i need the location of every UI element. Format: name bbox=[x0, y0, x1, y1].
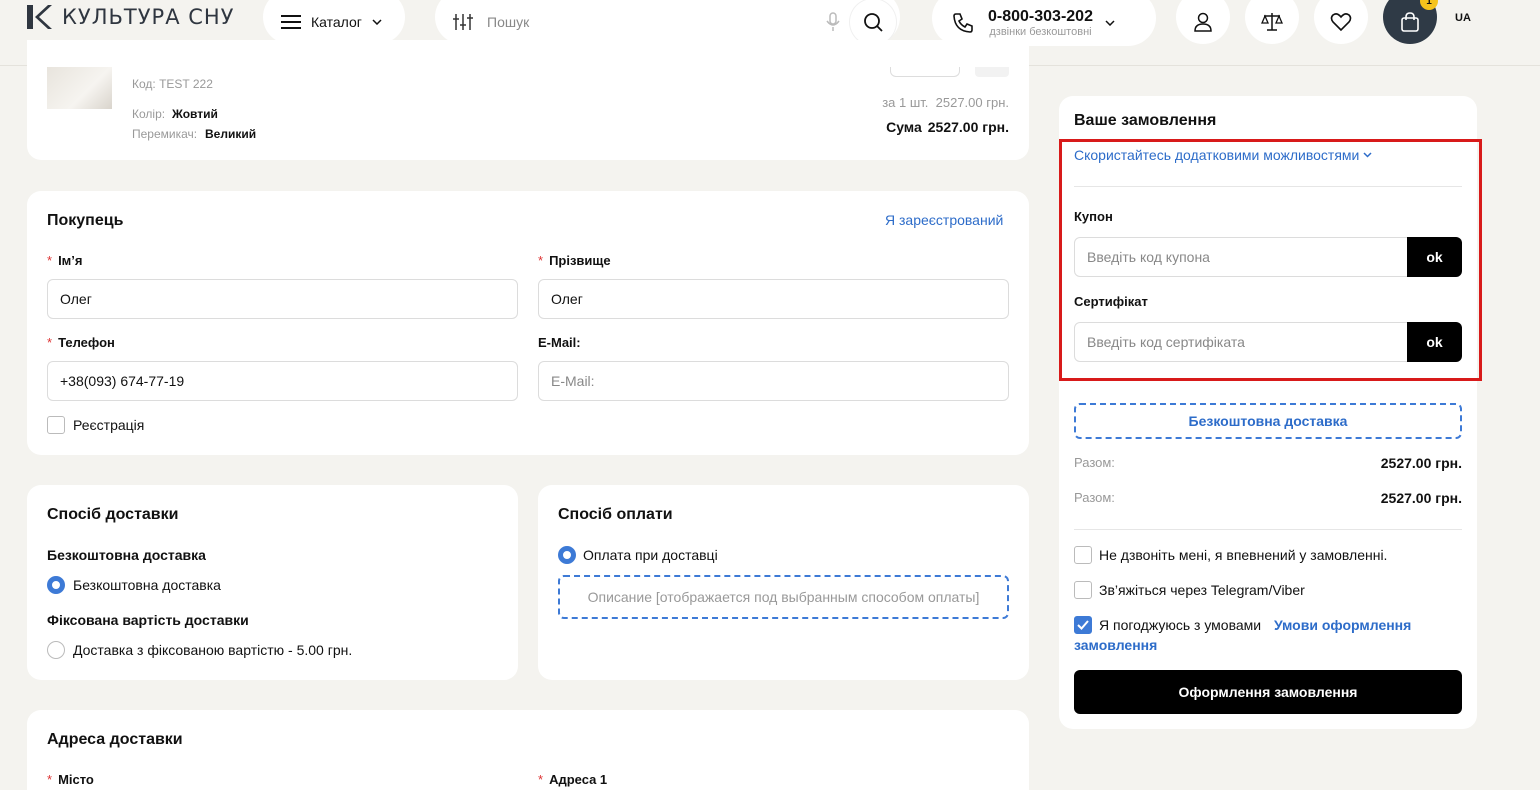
email-label: E-Mail: bbox=[538, 335, 581, 350]
dont-call-checkbox[interactable] bbox=[1074, 546, 1092, 564]
search-bar[interactable]: Пошук bbox=[435, 0, 900, 45]
messenger-label: Зв’яжіться через Telegram/Viber bbox=[1099, 582, 1305, 598]
compare-button[interactable] bbox=[1245, 0, 1299, 44]
terms-checkbox[interactable] bbox=[1074, 616, 1092, 634]
messenger-checkbox[interactable] bbox=[1074, 581, 1092, 599]
buyer-title: Покупець bbox=[47, 212, 124, 229]
grand-total-value: 2527.00 грн. bbox=[1380, 490, 1462, 506]
phone-label: * Телефон bbox=[47, 335, 115, 350]
sum-label: Сума bbox=[886, 119, 922, 135]
coupon-apply-button[interactable]: ok bbox=[1407, 237, 1462, 277]
user-icon bbox=[1194, 12, 1212, 32]
search-icon bbox=[864, 13, 883, 32]
checkmark-icon bbox=[1077, 620, 1089, 630]
product-image[interactable] bbox=[47, 67, 112, 109]
total-label: Разом: bbox=[1074, 455, 1115, 470]
delivery-free-radio[interactable] bbox=[47, 576, 65, 594]
remove-button[interactable] bbox=[975, 67, 1009, 77]
payment-title: Спосіб оплати bbox=[558, 506, 673, 523]
chevron-down-icon bbox=[372, 19, 382, 25]
first-name-field[interactable]: Олег bbox=[47, 279, 518, 319]
phone-field[interactable]: +38(093) 674-77-19 bbox=[47, 361, 518, 401]
delivery-group-free: Безкоштовна доставка bbox=[47, 547, 206, 563]
address-card bbox=[27, 710, 1029, 790]
first-name-label: * Ім’я bbox=[47, 253, 83, 268]
catalog-label: Каталог bbox=[311, 14, 362, 30]
payment-description: Описание [отображается под выбранным спо… bbox=[558, 575, 1009, 619]
dont-call-label: Не дзвоніть мені, я впевнений у замовлен… bbox=[1099, 547, 1388, 563]
coupon-label: Купон bbox=[1074, 209, 1113, 224]
menu-icon bbox=[281, 15, 301, 29]
last-name-field[interactable]: Олег bbox=[538, 279, 1009, 319]
address-title: Адреса доставки bbox=[47, 731, 183, 748]
heart-icon bbox=[1330, 13, 1352, 32]
chevron-down-icon bbox=[1363, 152, 1372, 158]
register-label: Реєстрація bbox=[73, 417, 145, 433]
extra-options-toggle[interactable]: Скористайтесь додатковими можливостями bbox=[1074, 147, 1372, 163]
item-sum: Сума 2527.00 грн. bbox=[886, 119, 1009, 135]
buyer-card bbox=[27, 191, 1029, 455]
phone-subtitle: дзвінки безкоштовні bbox=[989, 26, 1092, 38]
shopping-bag-icon bbox=[1401, 12, 1419, 32]
phone-icon bbox=[953, 13, 973, 33]
address1-label: * Адреса 1 bbox=[538, 772, 608, 787]
delivery-fixed-radio[interactable] bbox=[47, 641, 65, 659]
payment-cod-label: Оплата при доставці bbox=[583, 547, 718, 563]
switch-label: Перемикач: bbox=[132, 127, 198, 141]
free-delivery-badge: Безкоштовна доставка bbox=[1074, 403, 1462, 439]
terms-link[interactable]: Умови оформлення bbox=[1274, 617, 1411, 633]
switch-value: Великий bbox=[205, 127, 257, 141]
delivery-free-label: Безкоштовна доставка bbox=[73, 577, 221, 593]
grand-total-label: Разом: bbox=[1074, 490, 1115, 505]
phone-number: 0-800-303-202 bbox=[988, 8, 1093, 25]
filter-icon[interactable] bbox=[453, 13, 473, 31]
delivery-group-fixed: Фіксована вартість доставки bbox=[47, 612, 249, 628]
search-input[interactable]: Пошук bbox=[487, 14, 826, 30]
terms-label: Я погоджуюсь з умовами bbox=[1099, 617, 1262, 633]
terms-link-continued[interactable]: замовлення bbox=[1074, 637, 1157, 653]
quantity-stepper[interactable] bbox=[890, 67, 960, 77]
logo[interactable]: КУЛЬТУРА СНУ bbox=[26, 4, 234, 30]
logo-icon bbox=[27, 5, 52, 29]
search-button[interactable] bbox=[850, 0, 896, 45]
color-value: Жовтий bbox=[172, 107, 218, 121]
microphone-icon[interactable] bbox=[826, 12, 840, 32]
payment-cod-radio[interactable] bbox=[558, 546, 576, 564]
coupon-input[interactable]: Введіть код купона bbox=[1074, 237, 1414, 277]
language-switch[interactable]: UA bbox=[1455, 12, 1471, 24]
chevron-down-icon bbox=[1105, 20, 1115, 26]
scales-icon bbox=[1261, 13, 1283, 31]
certificate-label: Сертифікат bbox=[1074, 294, 1148, 309]
color-label: Колір: bbox=[132, 107, 166, 121]
product-code: Код: TEST 222 bbox=[132, 77, 213, 91]
register-checkbox[interactable] bbox=[47, 416, 65, 434]
unit-price: за 1 шт. 2527.00 грн. bbox=[882, 95, 1009, 110]
delivery-fixed-label: Доставка з фіксованою вартістю - 5.00 гр… bbox=[73, 642, 353, 658]
sum-value: 2527.00 грн. bbox=[927, 119, 1009, 135]
certificate-apply-button[interactable]: ok bbox=[1407, 322, 1462, 362]
cart-item-card bbox=[27, 40, 1029, 160]
divider bbox=[1074, 529, 1462, 530]
certificate-input[interactable]: Введіть код сертифіката bbox=[1074, 322, 1414, 362]
order-title: Ваше замовлення bbox=[1074, 112, 1217, 129]
account-button[interactable] bbox=[1176, 0, 1230, 44]
email-field[interactable]: E-Mail: bbox=[538, 361, 1009, 401]
divider bbox=[1074, 186, 1462, 187]
total-value: 2527.00 грн. bbox=[1380, 455, 1462, 471]
place-order-button[interactable]: Оформлення замовлення bbox=[1074, 670, 1462, 714]
logo-text: КУЛЬТУРА СНУ bbox=[62, 5, 235, 29]
last-name-label: * Прізвище bbox=[538, 253, 611, 268]
wishlist-button[interactable] bbox=[1314, 0, 1368, 44]
city-label: * Місто bbox=[47, 772, 94, 787]
registered-link[interactable]: Я зареєстрований bbox=[885, 212, 1003, 228]
catalog-button[interactable]: Каталог bbox=[263, 0, 405, 44]
delivery-title: Спосіб доставки bbox=[47, 506, 179, 523]
